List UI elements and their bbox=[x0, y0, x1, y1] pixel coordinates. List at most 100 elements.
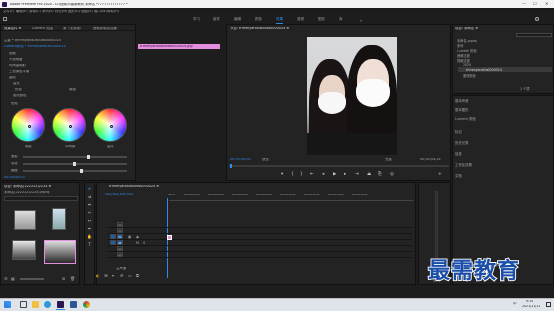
new-item-icon[interactable]: ⊞ bbox=[62, 276, 65, 281]
tab-audio-mixer[interactable]: 音频剪辑混合器 bbox=[93, 27, 117, 30]
program-timecode-left[interactable]: 00;00;00;00 bbox=[230, 158, 251, 161]
effect-item-opacity[interactable]: 不透明度 bbox=[9, 58, 23, 61]
feather-slider[interactable] bbox=[23, 162, 127, 166]
workspace-tab-graphics[interactable]: 图形 bbox=[318, 17, 325, 22]
media-thumbnail[interactable] bbox=[12, 240, 36, 260]
midtone-color-wheel[interactable] bbox=[52, 108, 86, 142]
effect-item-video[interactable]: 视频 bbox=[9, 52, 16, 55]
add-marker-icon[interactable]: ▾ bbox=[281, 172, 283, 178]
eye-icon[interactable]: ◉ bbox=[136, 235, 139, 239]
zoom-slider[interactable] bbox=[20, 278, 44, 280]
effect-item-tricolor[interactable]: 三色调色平衡 bbox=[9, 70, 29, 73]
menu-file[interactable]: 文件(F) bbox=[3, 10, 14, 13]
media-search-field[interactable] bbox=[4, 196, 78, 201]
mark-out-icon[interactable]: } bbox=[300, 172, 303, 178]
tab-lumetri-scopes[interactable]: Lumetri 范围 bbox=[32, 27, 53, 30]
settings-icon[interactable]: ⚙ bbox=[120, 273, 124, 278]
hand-tool-icon[interactable]: ✋ bbox=[87, 234, 92, 239]
workspace-tab-assembly[interactable]: 组件 bbox=[213, 17, 220, 22]
search-field[interactable] bbox=[516, 33, 552, 37]
media-thumbnail[interactable] bbox=[44, 240, 76, 264]
media-thumbnail[interactable] bbox=[14, 210, 36, 230]
effect-controls-timecode[interactable]: 00:00:00:00 bbox=[4, 176, 25, 179]
tab-effect-controls[interactable]: 效果控件 ≡ bbox=[4, 27, 21, 30]
track-label-a3[interactable]: A3 bbox=[117, 252, 123, 257]
add-button-icon[interactable]: + bbox=[438, 172, 442, 178]
razor-tool-icon[interactable]: ✂ bbox=[87, 210, 92, 215]
slider-knob[interactable] bbox=[72, 162, 76, 166]
media-thumbnail[interactable] bbox=[52, 208, 66, 230]
input-language[interactable]: 中 bbox=[513, 302, 517, 306]
home-icon[interactable] bbox=[3, 17, 7, 21]
icon-view-icon[interactable]: ▦ bbox=[11, 276, 15, 281]
program-scrub-bar[interactable] bbox=[229, 165, 449, 167]
premiere-taskbar-icon[interactable] bbox=[57, 301, 64, 308]
step-back-icon[interactable]: ◂ bbox=[322, 172, 324, 178]
nest-icon[interactable]: ⧉ bbox=[136, 273, 139, 278]
vignette-slider[interactable] bbox=[23, 155, 127, 159]
menu-graphics[interactable]: 图形(G) bbox=[68, 10, 80, 13]
workspace-tab-color[interactable]: 颜色 bbox=[255, 17, 262, 22]
menu-sequence[interactable]: 序列(S) bbox=[42, 10, 54, 13]
trash-icon[interactable]: 🗑 bbox=[70, 276, 75, 281]
task-view-icon[interactable] bbox=[20, 301, 27, 308]
type-tool-icon[interactable]: T bbox=[87, 242, 92, 247]
windows-start-icon[interactable] bbox=[4, 301, 11, 308]
timeline-sequence-tab[interactable]: trimmyand0a00ds0000024 ≡ bbox=[109, 185, 159, 188]
lift-icon[interactable]: ⏏ bbox=[367, 172, 371, 178]
menu-marker[interactable]: 标记(M) bbox=[55, 10, 67, 13]
lumetri-row-highlight[interactable]: 高光 bbox=[13, 82, 20, 85]
workspace-tab-libraries[interactable]: 库 bbox=[339, 17, 343, 22]
panel-markers[interactable]: 标记 bbox=[455, 129, 462, 134]
program-monitor-title[interactable]: 节目: trimmyand0a00ds0000024 ≡ bbox=[230, 27, 289, 30]
clip-label[interactable]: Lumetri颜色 * trimmyand0a0000024 bbox=[4, 45, 66, 48]
panel-essential-sound[interactable]: 基本声音 bbox=[455, 98, 469, 103]
shadow-color-wheel[interactable] bbox=[11, 108, 45, 142]
workspace-tab-audio[interactable]: 音频 bbox=[297, 17, 304, 22]
close-button[interactable]: ✕ bbox=[545, 2, 548, 6]
menu-help[interactable]: 帮助(H) bbox=[107, 10, 119, 13]
panel-essential-graphics[interactable]: 基本图形 bbox=[455, 107, 469, 112]
panel-docs[interactable]: 文档 bbox=[455, 173, 462, 178]
menu-edit[interactable]: 编辑(E) bbox=[16, 10, 28, 13]
source-patch-a1[interactable] bbox=[110, 240, 116, 245]
workspace-tab-effects[interactable]: 效果 bbox=[276, 17, 283, 24]
effect-item-time-remap[interactable]: 时间重映射 bbox=[9, 64, 26, 67]
lumetri-row-change-color[interactable]: 更改颜色 bbox=[13, 94, 27, 97]
panel-info[interactable]: 信息 bbox=[455, 151, 462, 156]
panel-history[interactable]: 历史记录 bbox=[455, 140, 469, 145]
go-to-in-icon[interactable]: ⇤ bbox=[310, 172, 314, 178]
project-item-clip[interactable]: trimmyand0a0000024 bbox=[466, 68, 502, 72]
zoom-dropdown[interactable]: 适合 bbox=[262, 158, 269, 161]
slip-tool-icon[interactable]: ↔ bbox=[87, 218, 92, 223]
step-forward-icon[interactable]: ▸ bbox=[344, 172, 346, 178]
extract-icon[interactable]: ⎘ bbox=[378, 172, 382, 178]
slider-knob[interactable] bbox=[80, 169, 84, 173]
mark-in-icon[interactable]: { bbox=[291, 172, 294, 178]
workspace-menu-icon[interactable]: » bbox=[360, 18, 362, 23]
captions-icon[interactable]: ▭ bbox=[128, 273, 132, 278]
export-frame-icon[interactable]: ◎ bbox=[390, 172, 394, 178]
tab-source[interactable]: 源（无剪辑） bbox=[63, 27, 83, 30]
project-item-change-color[interactable]: 更改颜色 bbox=[463, 73, 476, 78]
playhead-marker[interactable] bbox=[230, 164, 232, 168]
track-select-icon[interactable]: ⇉ bbox=[87, 194, 92, 199]
play-icon[interactable]: ▶ bbox=[333, 172, 336, 178]
menu-clip[interactable]: 剪辑(C) bbox=[29, 10, 41, 13]
timeline-clip[interactable] bbox=[167, 235, 172, 240]
lock-icon[interactable]: ▣ bbox=[128, 235, 131, 239]
roundness-slider[interactable] bbox=[23, 169, 127, 173]
maximize-button[interactable]: ☐ bbox=[533, 2, 537, 6]
track-label-a2[interactable]: A2 bbox=[117, 246, 123, 251]
slider-knob[interactable] bbox=[87, 155, 91, 159]
workspace-tab-editing[interactable]: 编辑 bbox=[234, 17, 241, 22]
notification-icon[interactable] bbox=[546, 302, 551, 307]
source-patch-v1[interactable] bbox=[110, 234, 116, 239]
panel-lumetri-color[interactable]: Lumetri 颜色 bbox=[455, 116, 476, 121]
mute-icon[interactable]: M bbox=[136, 241, 139, 245]
effect-item-curves[interactable]: 曲线 bbox=[9, 76, 16, 79]
pen-tool-icon[interactable]: ✒ bbox=[87, 226, 92, 231]
minimize-button[interactable]: — bbox=[522, 2, 526, 6]
add-marker-timeline-icon[interactable]: ▾ bbox=[112, 273, 114, 278]
project-title[interactable]: 项目: 未命名 ≡ bbox=[455, 27, 478, 30]
